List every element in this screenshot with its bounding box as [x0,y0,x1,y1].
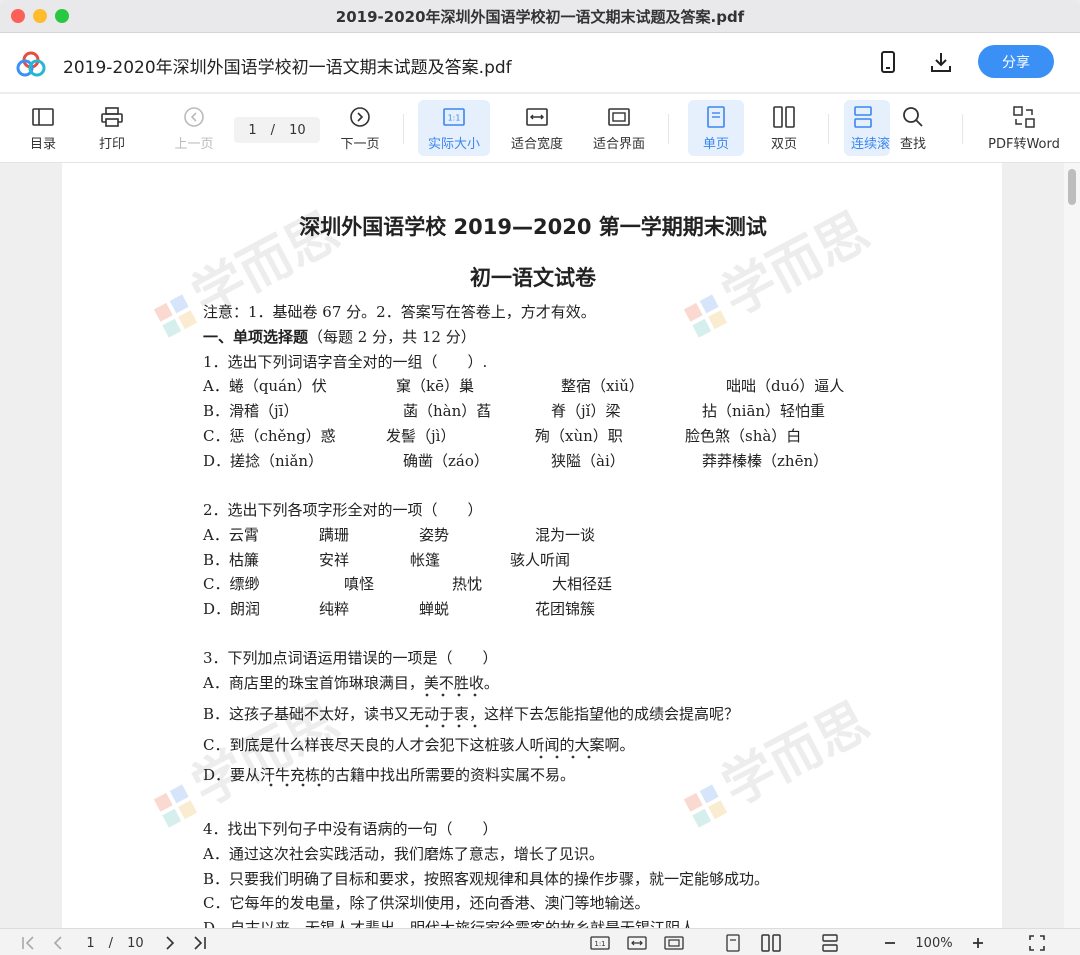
chevron-right-circle-icon [348,105,372,129]
bottom-page-indicator[interactable]: 1 / 10 [80,933,150,953]
q2-option-b: B．枯簾 安祥 帐篷 骇人听闻 [203,551,571,569]
pdf-to-word-button[interactable]: PDF转Word [982,100,1066,156]
q4-option-d: D．自古以来，无锡人才辈出，明代大旅行家徐霞客的故乡就是无锡江阴人。 [203,919,711,928]
q4-option-b: B．只要我们明确了目标和要求，按照客观规律和具体的操作步骤，就一定能够成功。 [203,870,770,888]
question-4: 4．找出下列句子中没有语病的一句（ ） [203,820,498,838]
question-3: 3．下列加点词语运用错误的一项是（ ） [203,649,498,667]
zoom-window-button[interactable] [55,9,69,23]
fit-width-icon [525,105,549,129]
page-number-input[interactable]: 1 / 10 [234,117,320,143]
q3-option-a: A．商店里的珠宝首饰琳琅满目，美不胜收。 [203,674,499,692]
phone-icon[interactable] [876,50,900,74]
chevron-left-circle-icon [182,105,206,129]
q1-option-a: A．蜷（quán）伏 窠（kē）巢 整宿（xiǔ） 咄咄（duó）逼人 [203,377,845,395]
section-heading: 一、单项选择题（每题 2 分，共 12 分） [203,328,476,346]
single-page-small-icon[interactable] [722,933,744,953]
document-viewer[interactable]: 学而思 学而思 学而思 学而思 深圳外国语学校 2019—2020 第一学期期末… [0,163,1080,928]
vertical-scrollbar[interactable] [1064,163,1080,928]
convert-icon [1012,105,1036,129]
prev-page-button[interactable]: 上一页 [166,100,222,156]
emphasis-dots [269,783,321,787]
toolbar-divider [668,114,669,144]
actual-size-button[interactable]: 1:1 实际大小 [418,100,490,156]
emphasis-dots [539,755,591,759]
status-bar: 1 / 10 1:1 100% [0,928,1080,955]
emphasis-dots [425,693,477,697]
toolbar-divider [403,114,404,144]
window-titlebar: 2019-2020年深圳外国语学校初一语文期末试题及答案.pdf [0,0,1080,33]
search-button[interactable]: 查找 [888,100,938,156]
doc-subtitle: 初一语文试卷 [470,266,596,290]
question-1: 1．选出下列词语字音全对的一组（ ）. [203,353,488,371]
q4-option-a: A．通过这次社会实践活动，我们磨炼了意志，增长了见识。 [203,845,604,863]
continuous-scroll-icon [851,105,875,129]
search-icon [901,105,925,129]
continuous-scroll-button[interactable]: 连续滚 [844,100,890,156]
double-page-icon [772,105,796,129]
first-page-icon[interactable] [18,933,40,953]
q3-option-d: D．要从汗牛充栋的古籍中找出所需要的资料实属不易。 [203,766,576,784]
window-controls [11,9,69,23]
viewer-toolbar: 目录 打印 上一页 1 / 10 下一页 1:1 实际大小 适合宽度 适合界面 … [0,94,1080,163]
next-page-button[interactable]: 下一页 [332,100,388,156]
window-title: 2019-2020年深圳外国语学校初一语文期末试题及答案.pdf [335,7,745,26]
scrollbar-thumb[interactable] [1068,169,1076,205]
toolbar-divider [962,114,963,144]
q1-option-c: C．惩（chěng）惑 发髻（jì） 殉（xùn）职 脸色煞（shà）白 [203,427,802,445]
actual-size-icon: 1:1 [442,105,466,129]
svg-text:1:1: 1:1 [448,113,461,122]
fit-width-button[interactable]: 适合宽度 [504,100,570,156]
last-page-icon[interactable] [188,933,210,953]
file-title: 2019-2020年深圳外国语学校初一语文期末试题及答案.pdf [63,58,512,78]
fit-screen-small-icon[interactable] [663,933,685,953]
toc-button[interactable]: 目录 [18,100,68,156]
double-page-small-icon[interactable] [760,933,782,953]
fullscreen-icon[interactable] [1026,933,1048,953]
app-logo-icon [16,51,46,77]
doc-title: 深圳外国语学校 2019—2020 第一学期期末测试 [299,215,767,239]
fit-screen-icon [607,105,631,129]
share-button[interactable]: 分享 [978,45,1054,78]
minimize-window-button[interactable] [33,9,47,23]
next-page-icon[interactable] [160,933,180,953]
double-page-button[interactable]: 双页 [756,100,812,156]
pdf-page: 学而思 学而思 学而思 学而思 深圳外国语学校 2019—2020 第一学期期末… [62,163,1002,928]
svg-text:1:1: 1:1 [594,940,605,948]
toc-icon [31,105,55,129]
continuous-small-icon[interactable] [819,933,841,953]
prev-page-icon[interactable] [48,933,68,953]
q2-option-a: A．云霄 蹒珊 姿势 混为一谈 [203,526,596,544]
q3-option-b: B．这孩子基础不太好，读书又无动于衷，这样下去怎能指望他的成绩会提高呢？ [203,705,740,723]
fit-width-small-icon[interactable] [626,933,648,953]
q1-option-b: B．滑稽（jī） 菡（hàn）萏 脊（jǐ）梁 拈（niān）轻怕重 [203,402,826,420]
q4-option-c: C．它每年的发电量，除了供深圳使用，还向香港、澳门等地输送。 [203,894,650,912]
zoom-out-icon[interactable] [879,933,901,953]
toolbar-divider [828,114,829,144]
zoom-in-icon[interactable] [967,933,989,953]
question-2: 2．选出下列各项字形全对的一项（ ） [203,501,483,519]
emphasis-dots [425,724,477,728]
app-header: 2019-2020年深圳外国语学校初一语文期末试题及答案.pdf 分享 [0,33,1080,93]
single-page-icon [704,105,728,129]
doc-note: 注意：1．基础卷 67 分。2．答案写在答卷上，方才有效。 [203,303,596,321]
single-page-button[interactable]: 单页 [688,100,744,156]
q1-option-d: D．搓捻（niǎn） 确凿（záo） 狭隘（ài） 莽莽榛榛（zhēn） [203,452,829,470]
q3-option-c: C．到底是什么样丧尽天良的人才会犯下这桩骇人听闻的大案啊。 [203,736,635,754]
print-button[interactable]: 打印 [87,100,137,156]
q2-option-c: C．缥缈 嗔怪 热忱 大相径廷 [203,575,613,593]
fit-screen-button[interactable]: 适合界面 [586,100,652,156]
zoom-level: 100% [915,935,953,951]
q2-option-d: D．朗润 纯粹 蝉蜕 花团锦簇 [203,600,596,618]
download-icon[interactable] [929,50,953,74]
actual-size-small-icon[interactable]: 1:1 [589,933,611,953]
close-window-button[interactable] [11,9,25,23]
print-icon [100,105,124,129]
